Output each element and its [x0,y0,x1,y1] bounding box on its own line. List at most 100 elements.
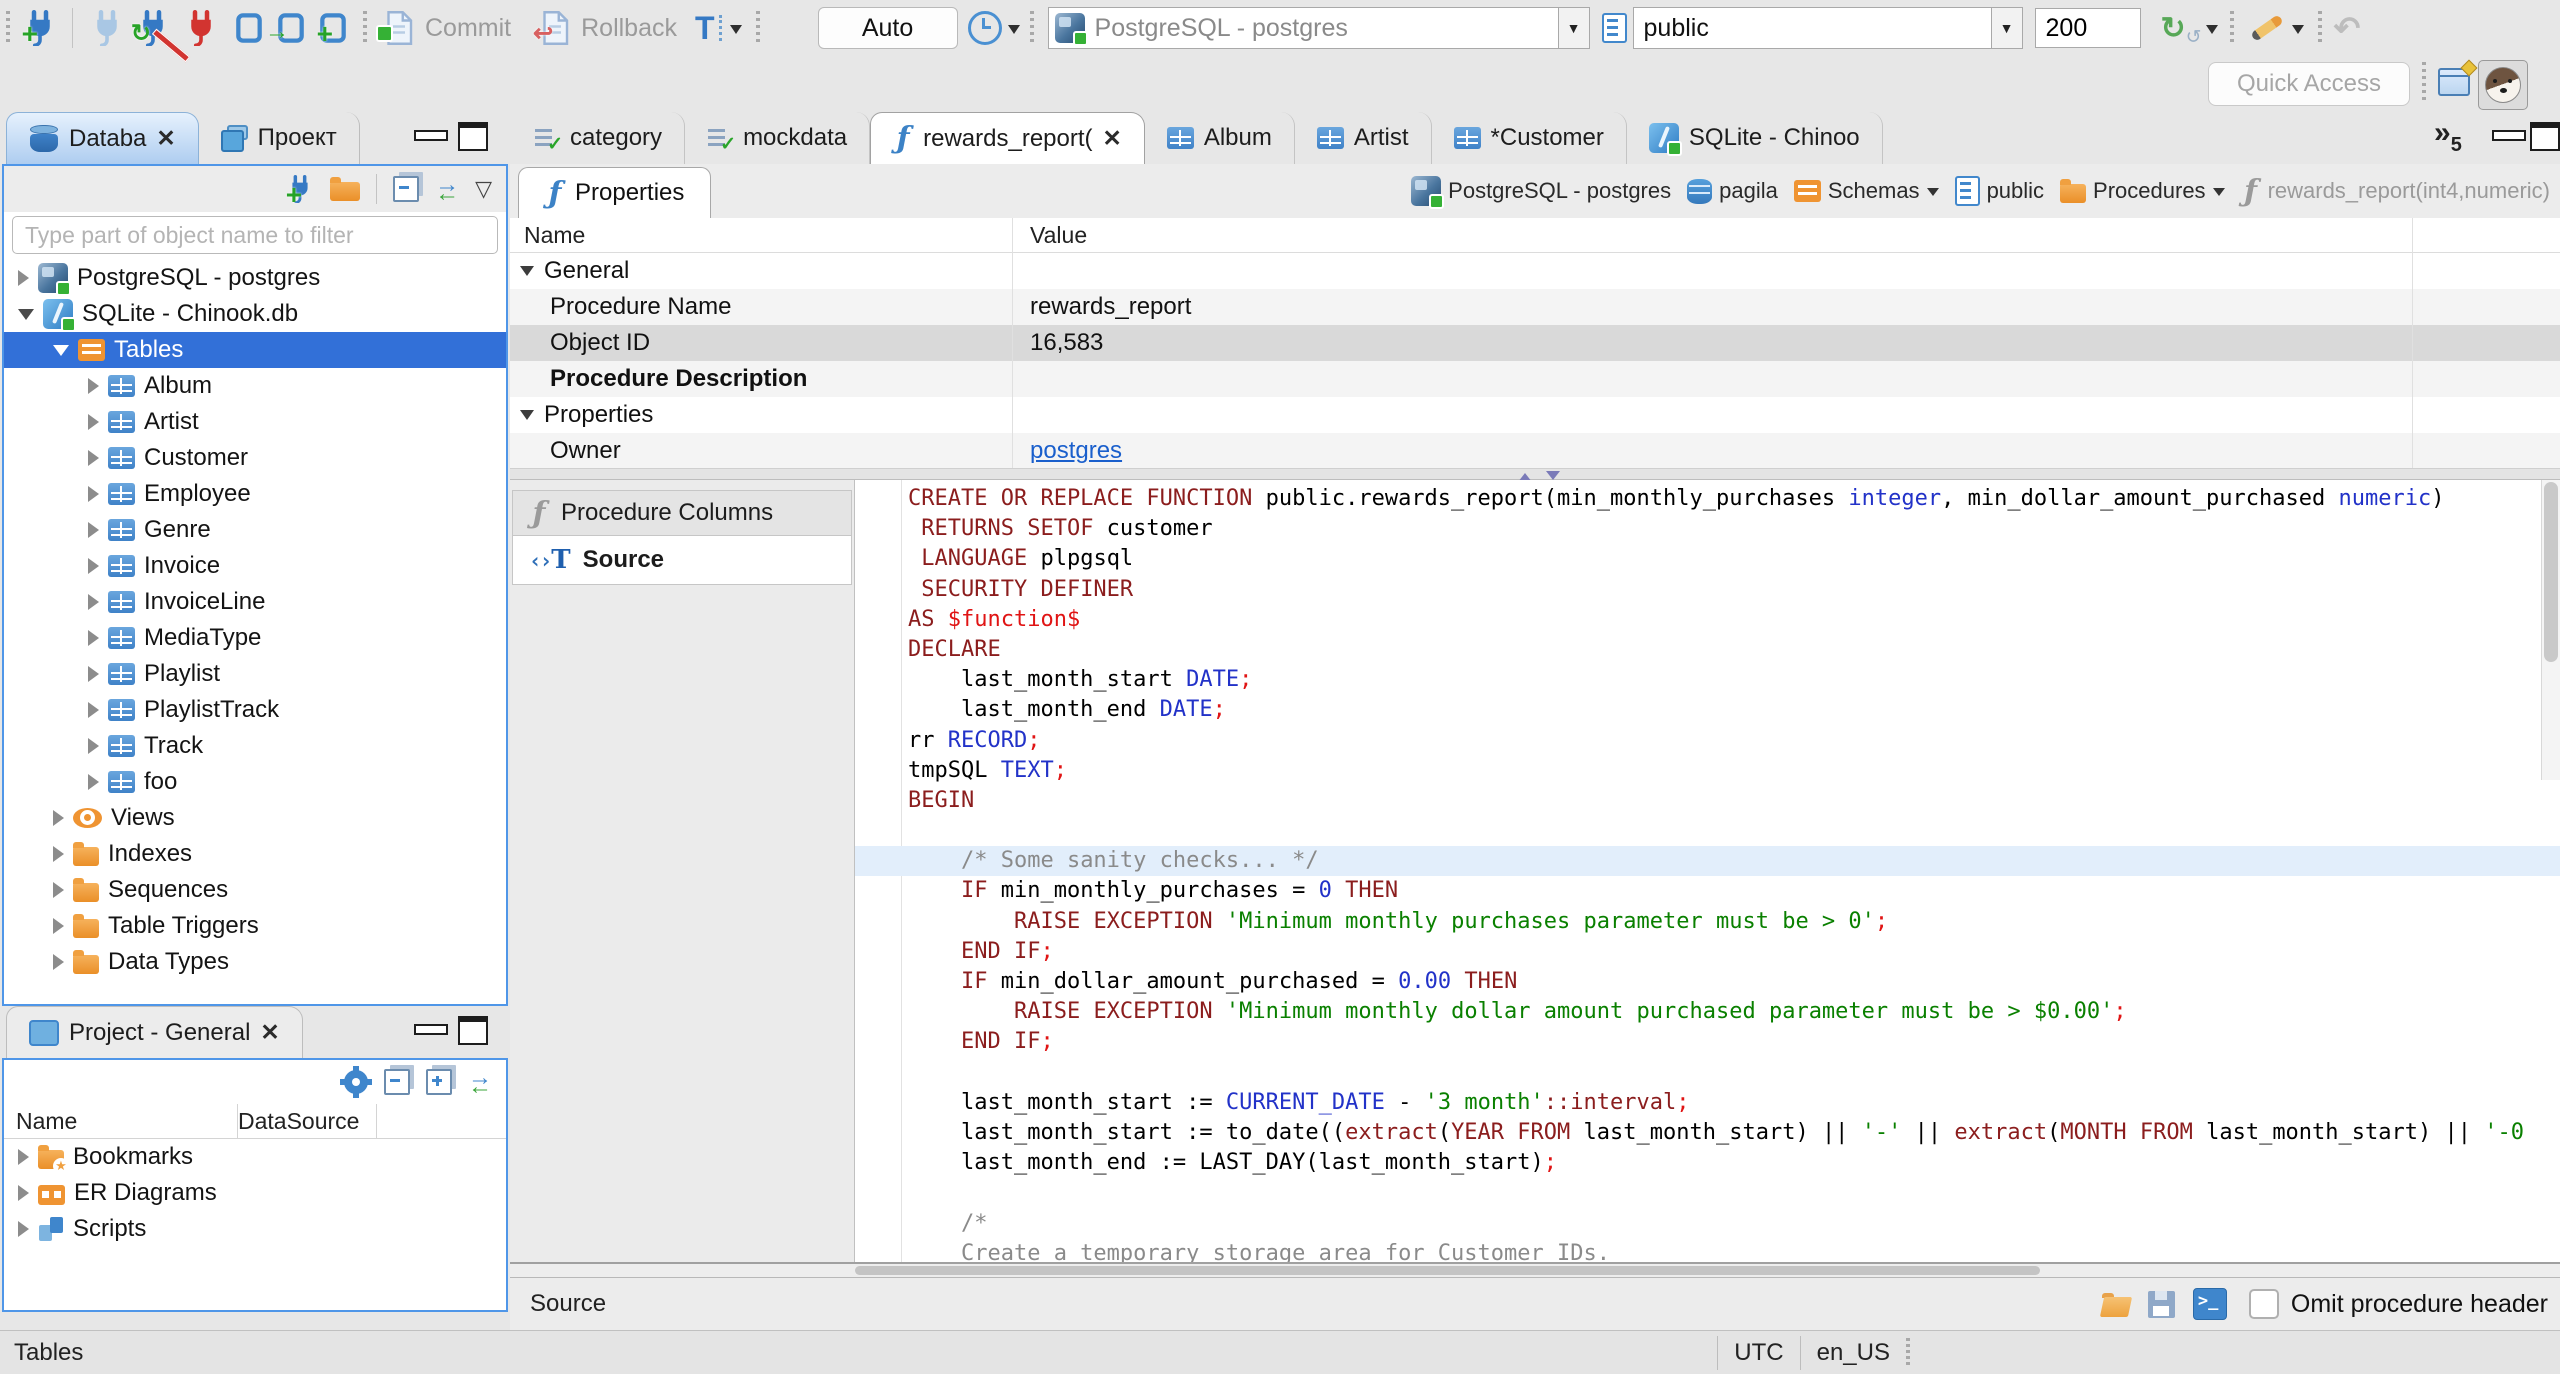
status-timezone[interactable]: UTC [1734,1339,1783,1367]
breadcrumb-item-pagila[interactable]: pagila [1687,178,1778,204]
grid-row-object-id[interactable]: Object ID 16,583 [510,325,2560,361]
editor-tab-customer[interactable]: *Customer [1432,112,1627,164]
expand-arrow-icon[interactable] [88,774,99,790]
tree-item-postgresql-postgres[interactable]: PostgreSQL - postgres [4,260,506,296]
grid-column-divider[interactable] [1012,218,1013,468]
tree-item-artist[interactable]: Artist [4,404,506,440]
code-line[interactable]: /* [908,1209,2560,1239]
breadcrumb-item-rewards-report-int4-numeric[interactable]: rewards_report(int4,numeric) [2241,174,2550,209]
chevron-down-icon[interactable] [2212,187,2225,202]
vertical-scrollbar[interactable] [2541,480,2560,780]
code-line[interactable]: Create a temporary storage area for Cust… [908,1239,2560,1262]
code-line[interactable] [908,1178,2560,1208]
code-line[interactable]: last_month_end DATE; [908,695,2560,725]
fetch-size-input[interactable] [2034,8,2141,48]
grid-row-procedure-description[interactable]: Procedure Description [510,361,2560,397]
expand-arrow-icon[interactable] [53,810,64,826]
undo-button[interactable] [2334,9,2361,47]
code-line[interactable]: CREATE OR REPLACE FUNCTION public.reward… [908,484,2560,514]
project-minimize-button[interactable] [414,1024,448,1035]
code-line[interactable]: rr RECORD; [908,726,2560,756]
code-line[interactable] [908,1058,2560,1088]
expand-arrow-icon[interactable] [53,882,64,898]
close-icon[interactable] [156,125,175,153]
link-with-editor-icon[interactable] [468,1070,492,1094]
expand-arrow-icon[interactable] [88,378,99,394]
expand-all-icon[interactable] [426,1069,452,1095]
sql-editor-button[interactable] [233,11,265,45]
expand-arrow-icon[interactable] [18,270,29,286]
tree-item-invoiceline[interactable]: InvoiceLine [4,584,506,620]
expand-arrow-icon[interactable] [18,1149,29,1165]
editor-tab-album[interactable]: Album [1145,112,1295,164]
expand-arrow-icon[interactable] [88,594,99,610]
highlight-pen-button[interactable] [2249,14,2304,42]
close-icon[interactable] [1103,125,1122,153]
grid-row-properties[interactable]: Properties [510,397,2560,433]
code-line[interactable]: SECURITY DEFINER [908,575,2560,605]
expand-arrow-icon[interactable] [88,630,99,646]
grid-column-divider[interactable] [2412,218,2413,468]
collapse-arrow-icon[interactable] [53,344,69,356]
tree-item-indexes[interactable]: Indexes [4,836,506,872]
tree-item-track[interactable]: Track [4,728,506,764]
code-line[interactable]: END IF; [908,1027,2560,1057]
tree-item-views[interactable]: Views [4,800,506,836]
expand-arrow-icon[interactable] [88,414,99,430]
link-with-editor-icon[interactable] [435,177,459,201]
code-line[interactable]: BEGIN [908,786,2560,816]
editor-tab-category[interactable]: category [512,112,686,164]
code-line[interactable]: IF min_dollar_amount_purchased = 0.00 TH… [908,967,2560,997]
project-item-bookmarks[interactable]: Bookmarks [4,1139,506,1175]
expand-arrow-icon[interactable] [53,918,64,934]
expand-arrow-icon[interactable] [88,450,99,466]
scrollbar-thumb[interactable] [2544,482,2558,662]
tree-item-genre[interactable]: Genre [4,512,506,548]
tree-item-mediatype[interactable]: MediaType [4,620,506,656]
tree-item-employee[interactable]: Employee [4,476,506,512]
horizontal-splitter[interactable] [510,468,2560,482]
grid-row-owner[interactable]: Owner postgres [510,433,2560,468]
open-sql-script-button[interactable] [265,11,307,46]
load-from-file-button[interactable] [2101,1292,2130,1317]
expand-arrow-icon[interactable] [18,1185,29,1201]
dbeaver-perspective-button[interactable] [2478,60,2528,110]
breadcrumb-item-postgresql-postgres[interactable]: PostgreSQL - postgres [1411,176,1671,209]
breadcrumb-item-procedures[interactable]: Procedures [2060,178,2225,204]
navigator-new-connection-button[interactable] [286,175,314,211]
commit-mode-button[interactable]: Auto [817,7,958,49]
tree-item-sqlite-chinook-db[interactable]: SQLite - Chinook.db [4,296,506,332]
disconnect-button[interactable] [183,10,219,46]
new-folder-icon[interactable] [330,177,361,201]
minimize-button[interactable] [414,130,448,141]
grid-column-value[interactable]: Value [1012,222,1087,249]
connect-button[interactable] [89,10,125,46]
code-line[interactable]: IF min_monthly_purchases = 0 THEN [908,876,2560,906]
project-item-er-diagrams[interactable]: ER Diagrams [4,1175,506,1211]
code-line[interactable]: last_month_start DATE; [908,665,2560,695]
combo-dropdown-button[interactable] [1557,8,1589,48]
gear-icon[interactable] [344,1066,368,1094]
omit-procedure-header-checkbox[interactable] [2248,1289,2279,1319]
open-console-button[interactable] [2192,1288,2227,1320]
rollback-button[interactable]: Rollback [533,10,677,48]
quick-access-input[interactable]: Quick Access [2208,62,2410,106]
code-line[interactable]: END IF; [908,937,2560,967]
editor-tab-rewards-report[interactable]: rewards_report( [870,112,1145,164]
code-line[interactable]: last_month_end := LAST_DAY(last_month_st… [908,1148,2560,1178]
save-to-file-button[interactable] [2147,1290,2175,1318]
new-connection-button[interactable] [22,10,58,50]
transaction-log-button[interactable] [967,11,1020,45]
breadcrumb-item-schemas[interactable]: Schemas [1793,178,1939,204]
expand-arrow-icon[interactable] [88,666,99,682]
code-line[interactable]: DECLARE [908,635,2560,665]
project-item-scripts[interactable]: Scripts [4,1211,506,1247]
scrollbar-thumb[interactable] [855,1266,2040,1275]
expand-arrow-icon[interactable] [53,954,64,970]
code-line[interactable]: last_month_start := CURRENT_DATE - '3 mo… [908,1088,2560,1118]
column-header-name[interactable]: Name [4,1108,238,1135]
grid-cell-value[interactable]: postgres [1012,437,1122,465]
subtab-procedure-columns[interactable]: Procedure Columns [512,490,852,536]
column-header-datasource[interactable]: DataSource [238,1108,359,1135]
tree-item-album[interactable]: Album [4,368,506,404]
